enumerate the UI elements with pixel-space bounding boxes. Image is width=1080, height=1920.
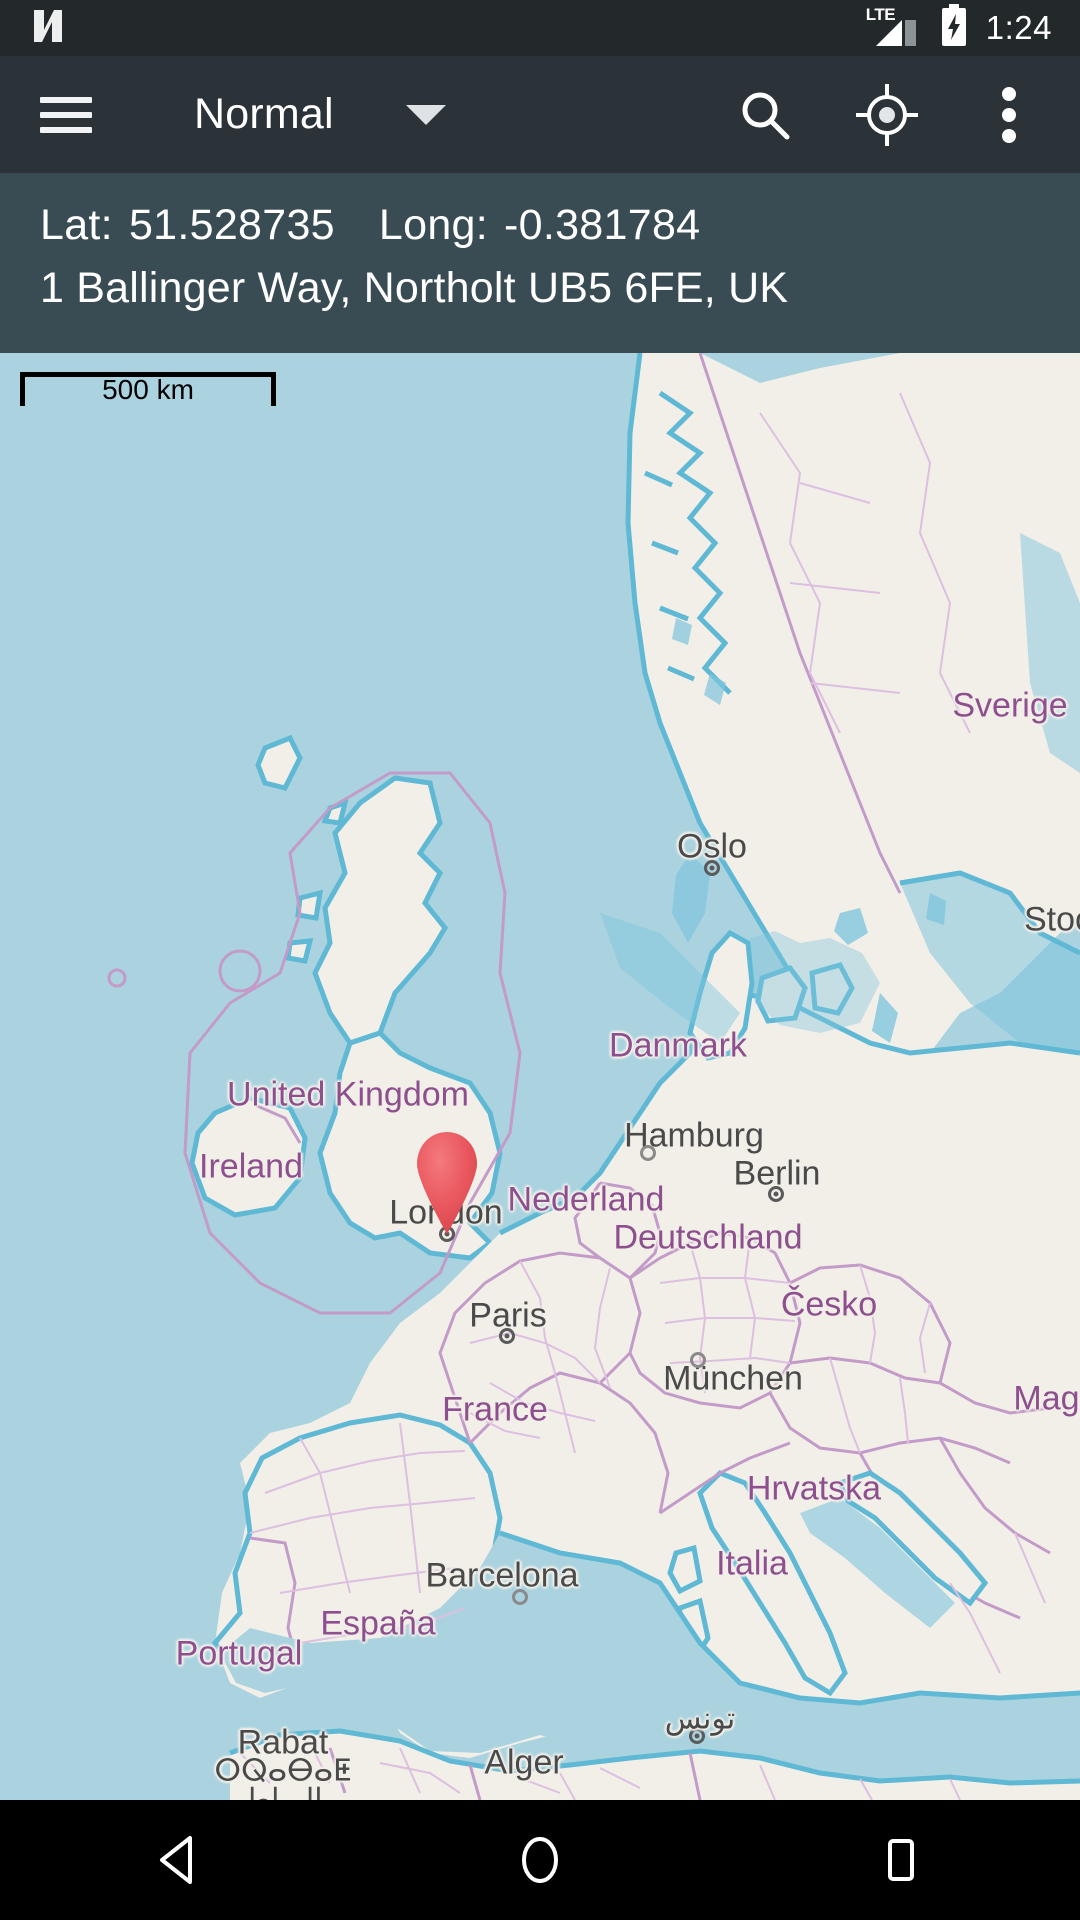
search-icon[interactable] [732, 82, 798, 148]
hamburger-menu-icon[interactable] [40, 96, 92, 133]
battery-charging-icon [940, 3, 968, 53]
lte-signal-icon: LTE [866, 5, 922, 48]
status-bar-left [26, 4, 70, 53]
lat-label: Lat: [40, 201, 113, 249]
chevron-down-icon[interactable] [405, 104, 446, 125]
city-dot-icon [689, 1728, 705, 1744]
coordinates-line: Lat: 51.528735 Long: -0.381784 [40, 201, 1080, 250]
my-location-icon[interactable] [854, 82, 920, 148]
city-dot-icon [704, 860, 720, 876]
recents-square-icon[interactable] [840, 1800, 960, 1920]
long-value: -0.381784 [504, 201, 701, 249]
app-logo-icon [26, 4, 70, 53]
city-dot-icon [640, 1145, 656, 1161]
back-triangle-icon[interactable] [120, 1800, 240, 1920]
city-dot-icon [439, 1226, 455, 1242]
lat-value: 51.528735 [128, 201, 335, 249]
map-scale-label: 500 km [102, 374, 194, 405]
phone-screen: LTE 1:24 Normal Lat: 51.528735 Long: -0.… [0, 0, 1080, 1920]
app-toolbar: Normal [0, 56, 1080, 173]
city-dot-icon [499, 1328, 515, 1344]
home-circle-icon[interactable] [480, 1800, 600, 1920]
city-dot-icon [512, 1589, 528, 1605]
more-vertical-icon[interactable] [976, 82, 1042, 148]
address-line: 1 Ballinger Way, Northolt UB5 6FE, UK [40, 264, 789, 312]
android-navigation-bar [0, 1800, 1080, 1920]
coordinates-info-panel: Lat: 51.528735 Long: -0.381784 1 Ballinger … [0, 173, 1080, 353]
toolbar-actions [732, 82, 1042, 148]
city-dot-icon [690, 1352, 706, 1368]
map-scale-bar: 500 km [20, 372, 276, 406]
map-canvas[interactable]: .land{fill:#f2efe9;} .coast{fill:none;st… [0, 353, 1080, 1800]
map-type-label[interactable]: Normal [194, 90, 334, 139]
city-dot-icon [768, 1186, 784, 1202]
status-bar-right: LTE 1:24 [866, 3, 1052, 53]
status-bar: LTE 1:24 [0, 0, 1080, 56]
map-geometry: .land{fill:#f2efe9;} .coast{fill:none;st… [107, 353, 1080, 1800]
long-label: Long: [378, 201, 489, 249]
status-bar-clock: 1:24 [985, 9, 1052, 46]
